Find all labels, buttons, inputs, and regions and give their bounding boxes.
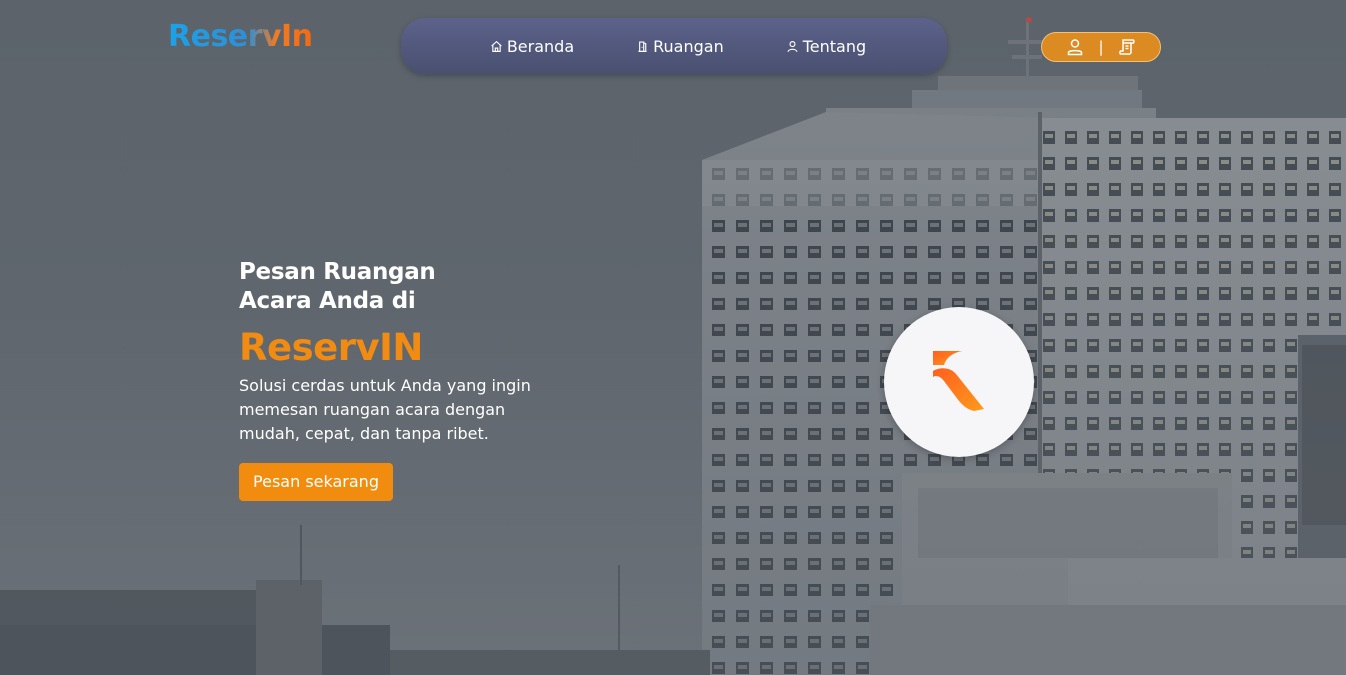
book-now-button[interactable]: Pesan sekarang: [239, 463, 393, 501]
brand-logo[interactable]: ReservIn: [168, 19, 313, 54]
home-icon: [491, 40, 502, 52]
nav-item-tentang[interactable]: Tentang: [786, 37, 866, 56]
nav-label-tentang: Tentang: [802, 36, 867, 56]
register-scroll-icon[interactable]: [1118, 38, 1136, 56]
hero-brand-name: ReservIN: [239, 326, 423, 369]
hero-content: Pesan Ruangan Acara Anda di ReservIN Sol…: [239, 258, 549, 501]
nav-item-ruangan[interactable]: Ruangan: [636, 37, 724, 56]
main-nav: Beranda Ruangan Tentang: [401, 18, 947, 74]
account-separator: |: [1098, 38, 1104, 56]
city-background-image: [0, 0, 1346, 675]
hero-description: Solusi cerdas untuk Anda yang ingin meme…: [239, 376, 531, 443]
door-icon: [638, 40, 647, 52]
nav-label-ruangan: Ruangan: [653, 36, 724, 56]
hero-title: Pesan Ruangan Acara Anda di: [239, 259, 436, 314]
nav-item-beranda[interactable]: Beranda: [490, 37, 574, 56]
brand-mark-icon: [933, 351, 984, 411]
nav-label-beranda: Beranda: [506, 36, 575, 56]
login-user-icon[interactable]: [1066, 38, 1084, 56]
brand-badge: [884, 307, 1034, 457]
account-menu: |: [1041, 32, 1161, 62]
hero-section: ReservIn Beranda Ruangan Tentang | Pesan…: [0, 0, 1346, 675]
user-icon: [787, 40, 798, 52]
